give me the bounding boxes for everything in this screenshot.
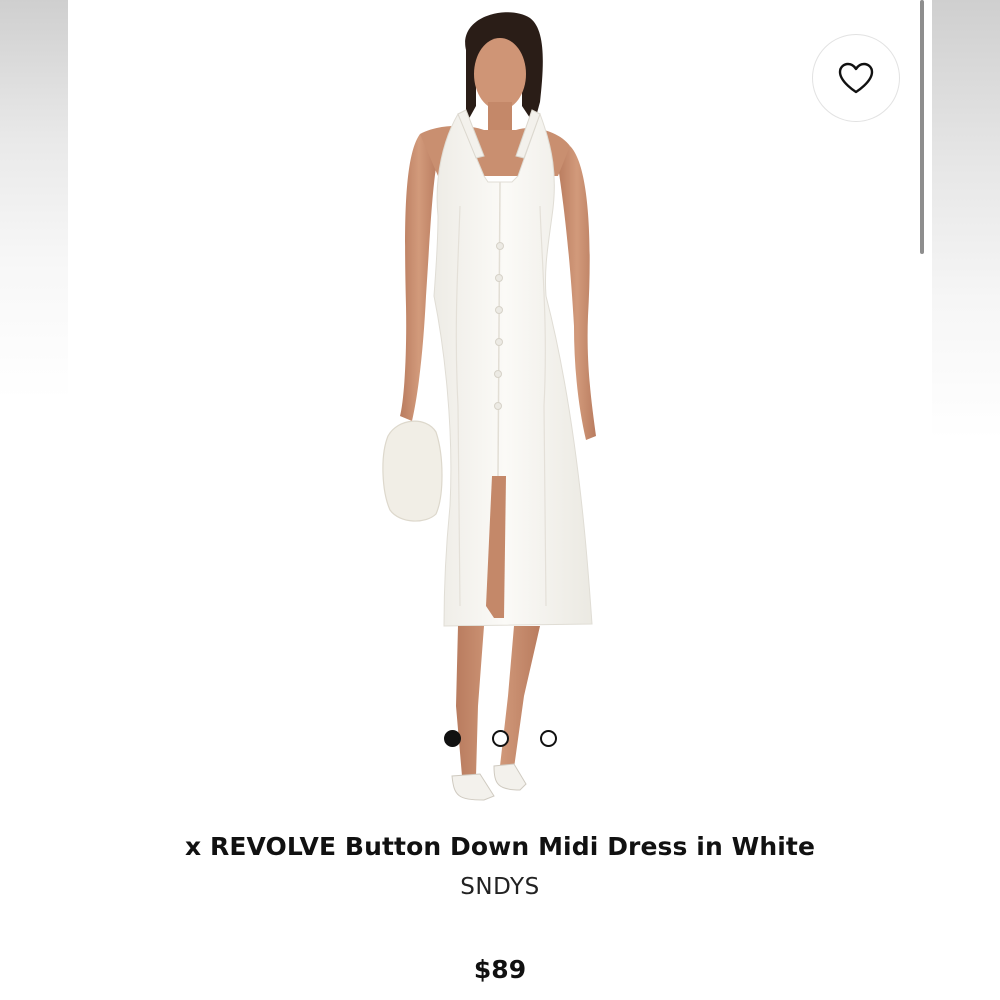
product-title: x REVOLVE Button Down Midi Dress in Whit…	[184, 832, 816, 861]
favorite-button[interactable]	[812, 34, 900, 122]
model-left-arm	[400, 134, 438, 421]
carousel-dot-2[interactable]	[492, 730, 509, 747]
carousel-dots	[440, 730, 560, 748]
screen: x REVOLVE Button Down Midi Dress in Whit…	[0, 0, 1000, 1000]
model-face	[474, 38, 526, 110]
model-bag	[382, 420, 443, 522]
carousel-dot-3[interactable]	[540, 730, 557, 747]
scrollbar[interactable]	[920, 0, 924, 254]
carousel-dot-1[interactable]	[444, 730, 461, 747]
brand-name[interactable]: SNDYS	[0, 874, 1000, 900]
model-legs	[456, 626, 540, 776]
product-image[interactable]	[308, 6, 692, 816]
product-price: $89	[473, 955, 527, 984]
heart-outline-icon	[838, 62, 874, 94]
